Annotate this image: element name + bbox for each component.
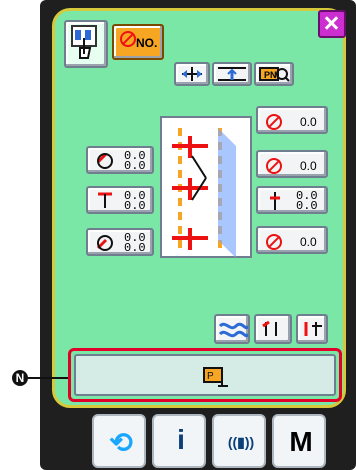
pn-label: PN bbox=[264, 70, 277, 80]
communication-icon: ((▮)) bbox=[227, 434, 255, 450]
close-button[interactable] bbox=[318, 10, 346, 38]
wave-button[interactable] bbox=[214, 314, 250, 344]
pattern-number-label: NO. bbox=[136, 36, 158, 50]
pattern-search-button[interactable]: PN bbox=[254, 62, 294, 86]
pattern-edit-icon bbox=[304, 322, 322, 336]
right-low-value-button[interactable]: 0.0 0.0 bbox=[256, 186, 328, 214]
thread-icon bbox=[96, 152, 113, 169]
stitch-tool-button[interactable] bbox=[254, 314, 292, 344]
no-symbol-icon bbox=[266, 158, 282, 174]
right-low-values: 0.0 0.0 bbox=[296, 189, 318, 213]
left-values-1: 0.0 0.0 bbox=[124, 149, 146, 173]
no-symbol-icon bbox=[266, 234, 282, 250]
left-values-2: 0.0 0.0 bbox=[124, 189, 146, 213]
no-symbol-icon bbox=[266, 114, 282, 130]
right-mid-value-button[interactable]: 0.0 bbox=[256, 150, 328, 178]
no-symbol-icon bbox=[120, 31, 136, 47]
communication-button[interactable]: ((▮)) bbox=[212, 414, 266, 468]
right-bottom-value-button[interactable]: 0.0 bbox=[256, 226, 328, 254]
refresh-icon: ⟲ bbox=[109, 427, 133, 458]
mode-button[interactable]: M bbox=[272, 414, 326, 468]
stitch-tool-icon bbox=[262, 320, 277, 336]
mode-icon: M bbox=[289, 426, 313, 457]
pattern-number-button[interactable]: NO. bbox=[112, 24, 164, 60]
right-mid-value: 0.0 bbox=[300, 159, 317, 173]
left-value-button-2[interactable]: 0.0 0.0 bbox=[86, 186, 154, 214]
callout-marker: N bbox=[12, 370, 28, 386]
right-bottom-value: 0.0 bbox=[300, 235, 317, 249]
left-value-button-1[interactable]: 0.0 0.0 bbox=[86, 146, 154, 174]
needle-icon bbox=[270, 192, 280, 210]
spacing-icon bbox=[182, 67, 202, 81]
stitch-diagram-graphic bbox=[172, 128, 236, 258]
pattern-icon bbox=[71, 25, 97, 59]
refresh-button[interactable]: ⟲ bbox=[92, 414, 146, 468]
pattern-select-button[interactable] bbox=[64, 20, 108, 68]
info-icon: i bbox=[177, 424, 185, 455]
left-values-3: 0.0 0.0 bbox=[124, 231, 146, 255]
info-button[interactable]: i bbox=[152, 414, 206, 468]
folder-hand-icon: P bbox=[203, 367, 228, 387]
svg-text:P: P bbox=[207, 371, 214, 382]
left-value-button-3[interactable]: 0.0 0.0 bbox=[86, 228, 154, 256]
wave-icon bbox=[218, 322, 250, 338]
height-icon bbox=[218, 67, 246, 81]
top-right-value-button[interactable]: 0.0 bbox=[256, 106, 328, 134]
bottom-wide-button[interactable]: P bbox=[74, 354, 336, 396]
top-right-value: 0.0 bbox=[300, 115, 317, 129]
stitch-diagram bbox=[160, 116, 252, 258]
adjust-icon bbox=[96, 235, 113, 251]
height-button[interactable] bbox=[212, 62, 252, 86]
pattern-edit-button[interactable] bbox=[296, 314, 328, 344]
tension-icon bbox=[98, 192, 112, 208]
callout-leader-line bbox=[28, 377, 68, 379]
spacing-button[interactable] bbox=[174, 62, 210, 86]
